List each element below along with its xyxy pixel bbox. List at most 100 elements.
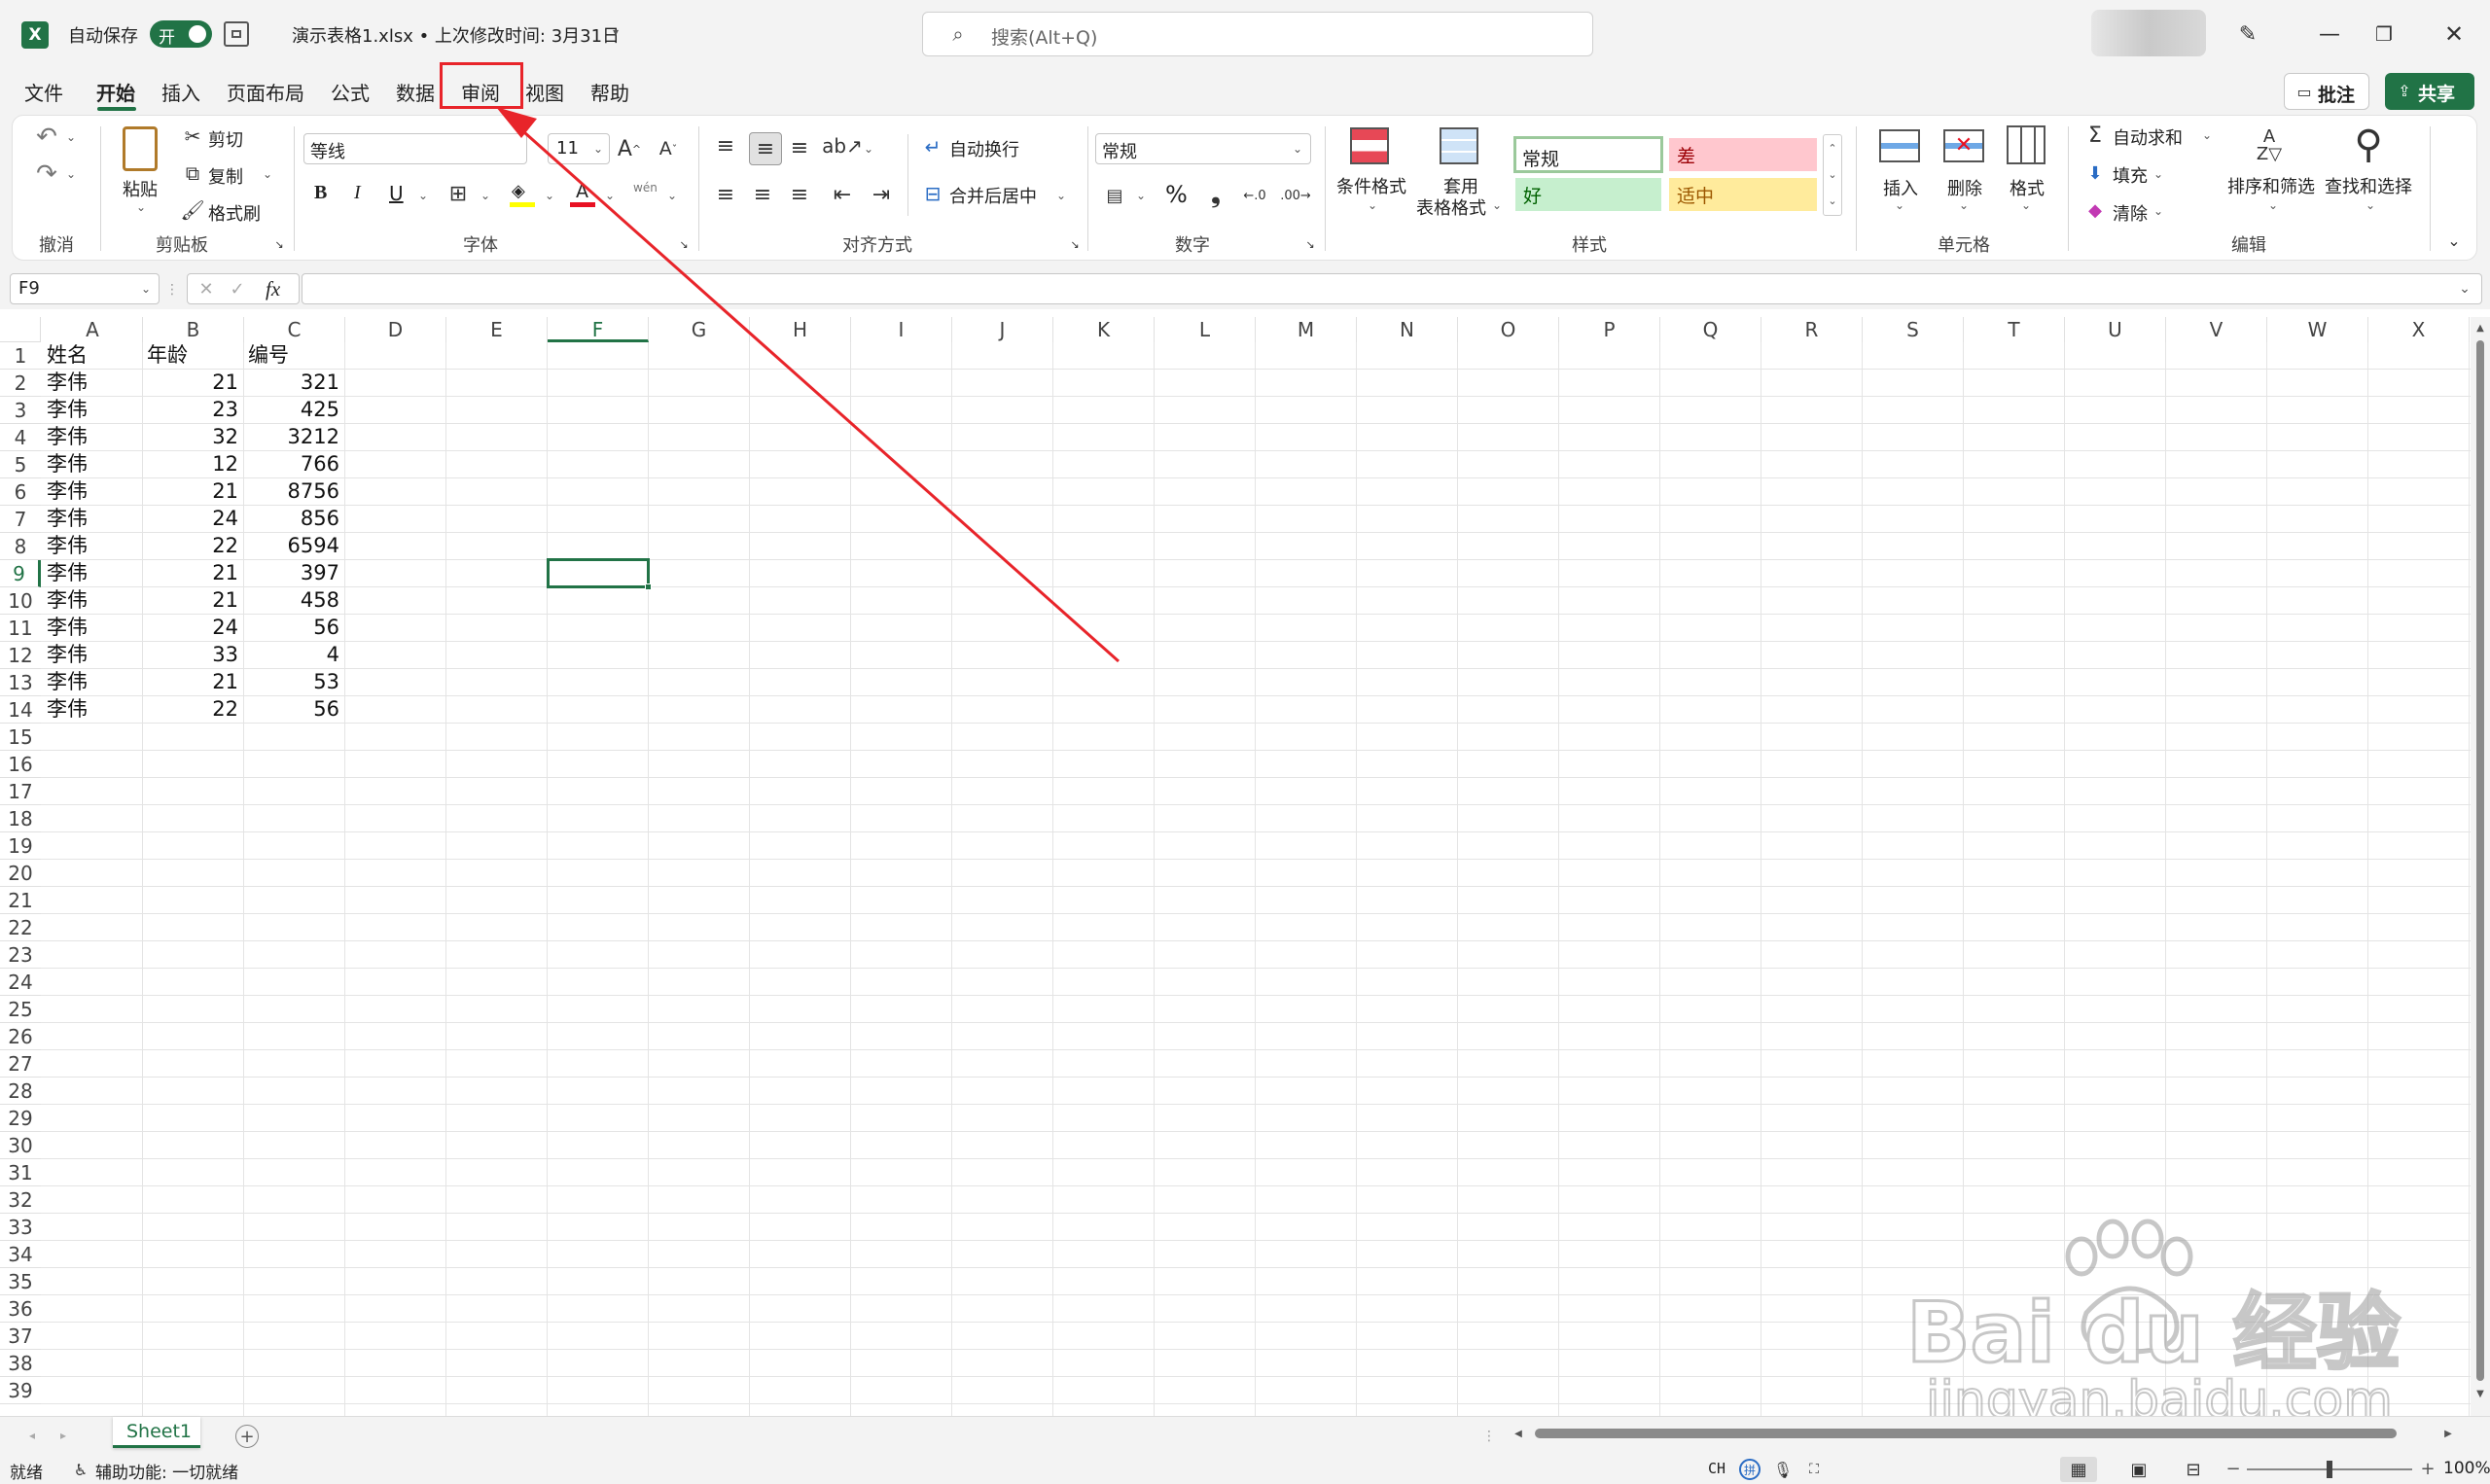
underline-dropdown-icon[interactable]: ⌄ [416,189,430,202]
zoom-in-icon[interactable]: + [2418,1459,2437,1479]
increase-decimal-icon[interactable]: ←.0 [1241,183,1268,208]
style-good[interactable]: 好 [1515,178,1661,211]
find-select-icon[interactable]: ⚲ [2346,121,2391,169]
border-dropdown-icon[interactable]: ⌄ [479,189,492,202]
delete-cells-icon[interactable]: ✕ [1941,124,1986,167]
add-sheet-icon[interactable]: + [235,1425,259,1448]
border-icon[interactable]: ⊞ [445,181,471,206]
table-cell[interactable]: 32 [143,424,238,450]
table-cell[interactable]: 3212 [244,424,339,450]
row-header[interactable]: 25 [0,996,41,1023]
row-header[interactable]: 23 [0,941,41,969]
row-header[interactable]: 10 [0,587,41,615]
row-header[interactable]: 38 [0,1350,41,1377]
wrap-text-icon[interactable]: ↵ [920,134,945,159]
insert-function-button[interactable]: fx [266,277,280,301]
copy-dropdown-icon[interactable]: ⌄ [261,167,274,181]
scroll-up-icon[interactable]: ▲ [2473,321,2487,335]
vertical-scrollbar[interactable]: ▲ ▼ [2471,317,2490,1416]
collapse-ribbon-icon[interactable]: ⌄ [2443,230,2465,251]
table-cell[interactable]: 年龄 [147,342,188,369]
table-cell[interactable]: 21 [143,560,238,586]
find-select-dropdown-icon[interactable]: ⌄ [2364,198,2377,212]
ime-indicator[interactable]: CH [1708,1460,1725,1477]
copy-icon[interactable]: ⧉ [181,161,204,185]
align-bottom-icon[interactable]: ≡ [786,134,813,161]
clear-label[interactable]: 清除 [2113,200,2148,226]
title-dropdown-icon[interactable]: ▾ [609,25,622,39]
table-cell[interactable]: 766 [244,451,339,477]
styles-gallery-scroll[interactable]: ⌃ ⌄ ⌄ [1823,134,1842,216]
style-normal[interactable]: 常规 [1513,136,1663,173]
table-cell[interactable]: 8756 [244,478,339,505]
row-header[interactable]: 6 [0,478,41,506]
tab-file[interactable]: 文件 [24,78,63,106]
page-layout-view-icon[interactable]: ▣ [2126,1457,2152,1482]
column-header[interactable]: O [1458,317,1559,342]
table-cell[interactable]: 21 [143,370,238,396]
row-header[interactable]: 29 [0,1105,41,1132]
table-cell[interactable]: 李伟 [47,615,88,641]
clipboard-launcher-icon[interactable]: ↘ [272,237,286,251]
orientation-dropdown-icon[interactable]: ⌄ [862,142,875,156]
insert-cells-dropdown-icon[interactable]: ⌄ [1893,198,1906,212]
increase-font-icon[interactable]: A ^ [615,134,644,163]
fill-dropdown-icon[interactable]: ⌄ [2152,167,2165,181]
paste-dropdown-icon[interactable]: ⌄ [134,200,148,214]
increase-indent-icon[interactable]: ⇥ [868,181,895,208]
column-header[interactable]: C [244,317,345,342]
font-color-dropdown-icon[interactable]: ⌄ [603,189,617,202]
row-header[interactable]: 30 [0,1132,41,1159]
column-header[interactable]: J [952,317,1053,342]
table-cell[interactable]: 22 [143,696,238,723]
pen-icon[interactable]: ✎ [2233,19,2262,49]
row-header[interactable]: 26 [0,1023,41,1050]
table-cell[interactable]: 李伟 [47,642,88,668]
table-cell[interactable]: 李伟 [47,696,88,723]
row-header[interactable]: 17 [0,778,41,805]
share-button[interactable]: ⇪ 共享 [2385,73,2474,110]
insert-cells-icon[interactable] [1877,124,1922,167]
zoom-slider[interactable] [2247,1461,2412,1478]
row-header[interactable]: 1 [0,342,41,370]
cut-icon[interactable]: ✂ [181,124,204,148]
orientation-icon[interactable]: ab↗ [822,132,863,159]
clear-icon[interactable]: ◆ [2083,198,2107,222]
account-avatar[interactable] [2091,10,2206,56]
autosum-icon[interactable]: Σ [2083,123,2107,148]
table-cell[interactable]: 21 [143,669,238,695]
minimize-icon[interactable]: — [2315,19,2344,49]
table-cell[interactable]: 24 [143,506,238,532]
ime-mode-icon[interactable]: 拼 [1739,1459,1761,1480]
column-header[interactable]: A [43,317,143,342]
tab-split-handle[interactable]: ⋮ [1482,1425,1496,1448]
accounting-dropdown-icon[interactable]: ⌄ [1134,189,1148,202]
clear-dropdown-icon[interactable]: ⌄ [2152,204,2165,218]
format-cells-label[interactable]: 格式 [2010,175,2045,200]
ime-settings-icon[interactable]: ⛶ [1803,1459,1825,1480]
column-header[interactable]: D [345,317,446,342]
horizontal-scrollbar[interactable]: ◀ ▶ [1508,1423,2480,1444]
table-cell[interactable]: 李伟 [47,397,88,423]
alignment-launcher-icon[interactable]: ↘ [1068,237,1082,251]
row-header[interactable]: 35 [0,1268,41,1295]
scroll-right-icon[interactable]: ▶ [2441,1427,2455,1440]
row-header[interactable]: 18 [0,805,41,832]
fill-label[interactable]: 填充 [2113,162,2148,188]
accounting-format-icon[interactable]: ▤ [1101,183,1128,208]
tab-insert[interactable]: 插入 [161,78,200,106]
table-cell[interactable]: 56 [244,696,339,723]
table-cell[interactable]: 李伟 [47,451,88,477]
status-accessibility[interactable]: 辅助功能: 一切就绪 [95,1459,238,1483]
table-cell[interactable]: 李伟 [47,533,88,559]
column-header[interactable]: S [1863,317,1964,342]
table-cell[interactable]: 56 [244,615,339,641]
selected-cell[interactable] [547,558,652,590]
table-cell[interactable]: 4 [244,642,339,668]
table-cell[interactable]: 856 [244,506,339,532]
formula-bar-menu-icon[interactable]: ⋮ [165,278,179,301]
tab-view[interactable]: 视图 [525,78,564,106]
underline-button[interactable]: U [389,182,404,205]
percent-button[interactable]: % [1165,181,1188,208]
formula-input[interactable]: ⌄ [302,273,2482,304]
